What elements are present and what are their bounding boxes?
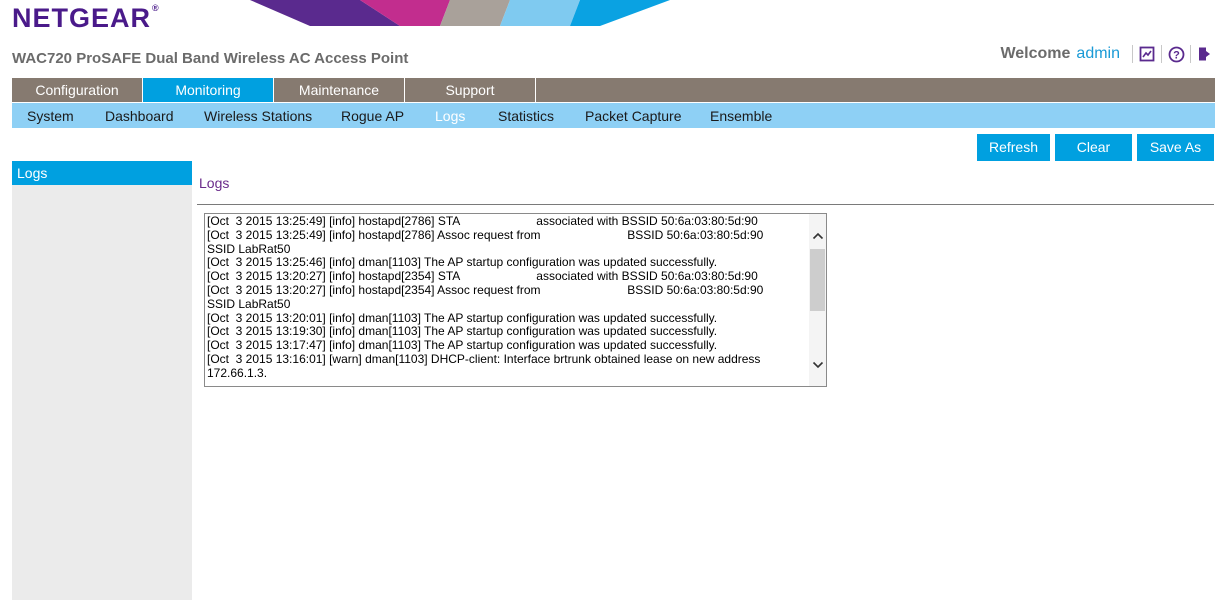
clear-button[interactable]: Clear (1055, 134, 1132, 161)
log-line: SSID LabRat50 (207, 241, 291, 256)
subtab-wireless-stations[interactable]: Wireless Stations (204, 108, 312, 124)
section-divider (197, 204, 1214, 205)
subtab-logs[interactable]: Logs (435, 108, 465, 124)
registered-mark: ® (152, 3, 159, 13)
subtab-dashboard[interactable]: Dashboard (105, 108, 174, 124)
sidebar: Logs (12, 161, 192, 600)
username-link[interactable]: admin (1076, 45, 1120, 63)
report-icon[interactable] (1137, 44, 1157, 64)
log-line: [Oct 3 2015 13:20:27] [info] hostapd[235… (207, 269, 758, 284)
subtab-packet-capture[interactable]: Packet Capture (585, 108, 682, 124)
subtab-ensemble[interactable]: Ensemble (710, 108, 772, 124)
log-line: [Oct 3 2015 13:19:30] [info] dman[1103] … (207, 324, 718, 339)
welcome-label: Welcome (1000, 45, 1071, 62)
sidebar-item-logs[interactable]: Logs (12, 161, 192, 185)
welcome-bar: Welcome admin ? (975, 42, 1227, 66)
subtab-statistics[interactable]: Statistics (498, 108, 554, 124)
tab-monitoring[interactable]: Monitoring (143, 78, 274, 102)
log-line: [Oct 3 2015 13:16:01] [warn] dman[1103] … (207, 351, 761, 366)
log-scrollbar[interactable] (809, 214, 826, 386)
log-line: [Oct 3 2015 13:20:27] [info] hostapd[235… (207, 282, 764, 297)
logout-icon[interactable] (1195, 44, 1215, 64)
log-line: [Oct 3 2015 13:17:47] [info] dman[1103] … (207, 338, 718, 353)
log-line: 172.66.1.3. (207, 365, 268, 380)
log-content: [Oct 3 2015 13:25:49] [info] hostapd[278… (207, 214, 807, 381)
log-line: SSID LabRat50 (207, 296, 291, 311)
header-banner-graphic (250, 0, 670, 26)
subtab-rogue-ap[interactable]: Rogue AP (341, 108, 404, 124)
log-line: [Oct 3 2015 13:25:49] [info] hostapd[278… (207, 227, 764, 242)
tab-support[interactable]: Support (405, 78, 536, 102)
subtab-system[interactable]: System (27, 108, 74, 124)
divider (1190, 45, 1191, 63)
divider (1132, 45, 1133, 63)
logo-text: NETGEAR (12, 3, 152, 33)
scroll-down-icon[interactable] (809, 355, 826, 375)
divider (1161, 45, 1162, 63)
scroll-up-icon[interactable] (809, 226, 826, 246)
sub-nav: System Dashboard Wireless Stations Rogue… (12, 103, 1215, 128)
save-as-button[interactable]: Save As (1137, 134, 1214, 161)
refresh-button[interactable]: Refresh (977, 134, 1050, 161)
netgear-logo: NETGEAR® (12, 3, 159, 34)
log-textarea[interactable]: [Oct 3 2015 13:25:49] [info] hostapd[278… (204, 213, 827, 387)
help-icon[interactable]: ? (1166, 44, 1186, 64)
log-line: [Oct 3 2015 13:25:49] [info] hostapd[278… (207, 214, 758, 228)
tab-configuration[interactable]: Configuration (12, 78, 143, 102)
scrollbar-thumb[interactable] (810, 249, 825, 311)
log-line: [Oct 3 2015 13:20:01] [info] dman[1103] … (207, 310, 718, 325)
svg-text:?: ? (1173, 49, 1180, 61)
tab-maintenance[interactable]: Maintenance (274, 78, 405, 102)
main-nav: Configuration Monitoring Maintenance Sup… (12, 78, 1215, 102)
product-title: WAC720 ProSAFE Dual Band Wireless AC Acc… (12, 50, 409, 67)
log-line: [Oct 3 2015 13:25:46] [info] dman[1103] … (207, 255, 718, 270)
section-title: Logs (199, 175, 230, 191)
